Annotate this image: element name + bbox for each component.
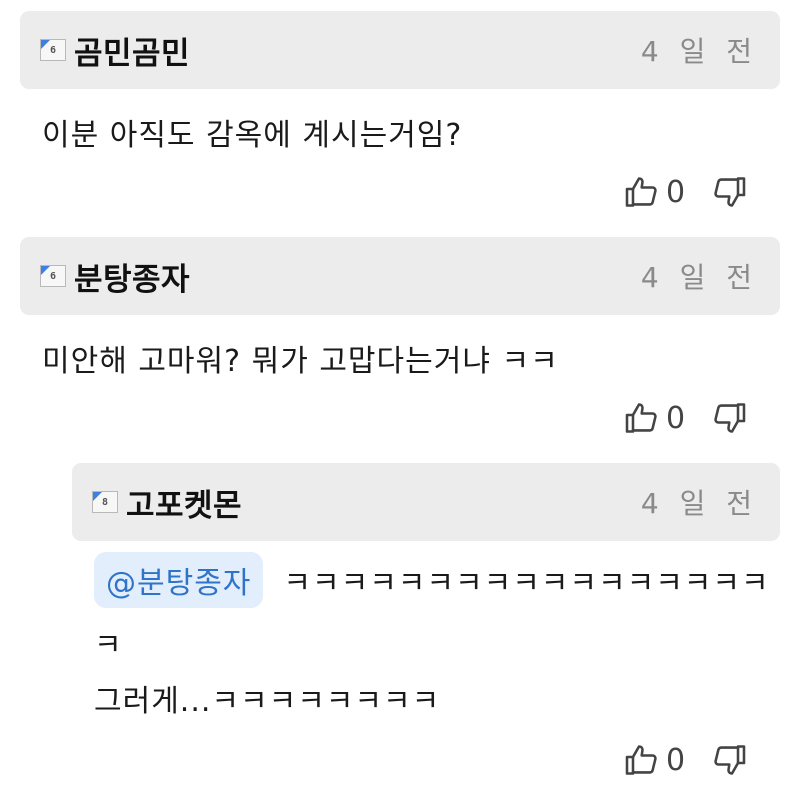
like-count: 0	[666, 174, 686, 210]
thumbs-up-icon[interactable]	[624, 174, 660, 210]
author[interactable]: 6 곰민곰민	[40, 28, 190, 73]
like-count: 0	[666, 400, 686, 436]
thumbs-down-icon[interactable]	[711, 742, 747, 778]
author[interactable]: 6 분탕종자	[40, 254, 190, 299]
level-badge-icon: 8	[92, 491, 118, 513]
like-count: 0	[666, 742, 686, 778]
vote-actions: 0	[624, 742, 747, 778]
timestamp: 4 일 전	[640, 487, 758, 520]
thumbs-down-icon[interactable]	[711, 174, 747, 210]
comment-text: 미안해 고마워? 뭐가 고맙다는거냐 ㅋㅋ	[42, 344, 559, 379]
mention-tag[interactable]: @분탕종자	[94, 552, 264, 608]
comment-text-line: ㅋ	[94, 628, 123, 663]
thumbs-up-icon[interactable]	[624, 400, 660, 436]
author-name[interactable]: 분탕종자	[74, 254, 190, 299]
level-badge-icon: 6	[40, 265, 66, 287]
author-name[interactable]: 고포켓몬	[126, 480, 242, 525]
comment-header: 6 곰민곰민 4 일 전	[20, 11, 780, 89]
vote-actions: 0	[624, 174, 747, 210]
comment-text: ㅋㅋㅋㅋㅋㅋㅋㅋㅋㅋㅋㅋㅋㅋㅋㅋㅋ	[283, 566, 770, 601]
comment-text-line: 그러게...ㅋㅋㅋㅋㅋㅋㅋㅋ	[94, 684, 441, 719]
vote-actions: 0	[624, 400, 747, 436]
comment-text: 이분 아직도 감옥에 계시는거임?	[42, 118, 463, 153]
thumbs-up-icon[interactable]	[624, 742, 660, 778]
author[interactable]: 8 고포켓몬	[92, 480, 242, 525]
comment-header: 8 고포켓몬 4 일 전	[72, 463, 780, 541]
timestamp: 4 일 전	[640, 261, 758, 294]
comment-text-line: @분탕종자 ㅋㅋㅋㅋㅋㅋㅋㅋㅋㅋㅋㅋㅋㅋㅋㅋㅋ	[94, 552, 770, 608]
thumbs-down-icon[interactable]	[711, 400, 747, 436]
timestamp: 4 일 전	[640, 35, 758, 68]
comment-header: 6 분탕종자 4 일 전	[20, 237, 780, 315]
author-name[interactable]: 곰민곰민	[74, 28, 190, 73]
level-badge-icon: 6	[40, 39, 66, 61]
